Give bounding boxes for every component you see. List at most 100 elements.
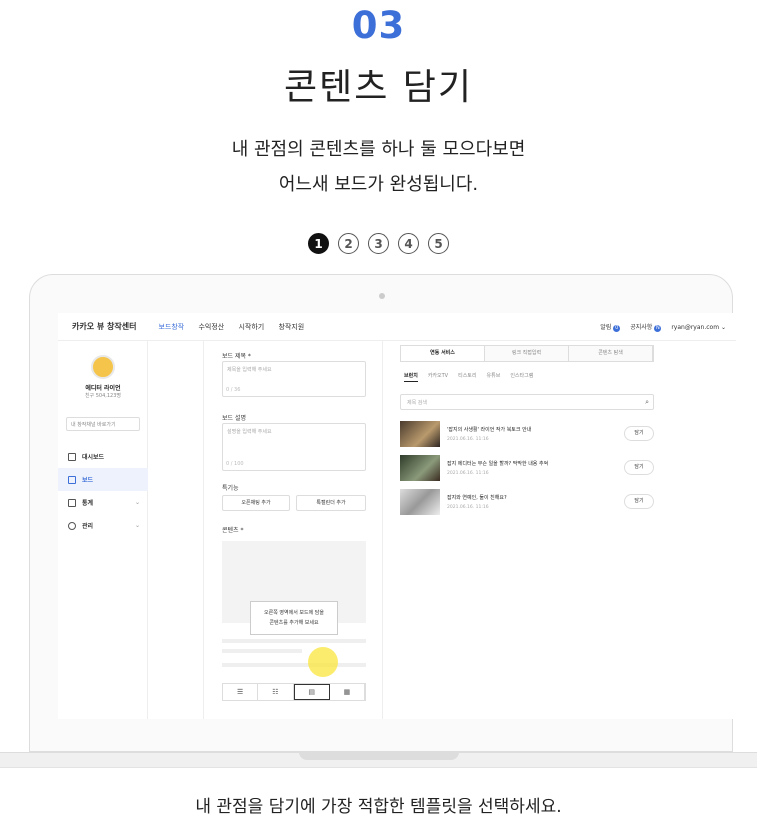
tab-direct-link[interactable]: 링크 직접입력 xyxy=(485,346,569,361)
tip-line-2: 콘텐츠를 추가해 보세요 xyxy=(269,620,319,626)
page-title: 콘텐츠 담기 xyxy=(275,58,482,110)
camera-icon xyxy=(379,293,385,299)
alarm-label: 알림 xyxy=(600,324,612,331)
description-line-1: 내 관점의 콘텐츠를 하나 둘 모으다보면 xyxy=(231,139,526,160)
template-selector: ☰ ☷ ▤ ▦ xyxy=(222,683,366,701)
avatar xyxy=(91,355,115,379)
item-title[interactable]: '잡지의 사생활' 라이언 작가 북토크 안내 xyxy=(447,426,531,433)
desc-label: 보드 설명 xyxy=(222,415,246,422)
sidebar-menu: 대시보드 보드 통계 ⌄ 관리 ⌄ xyxy=(58,445,148,537)
list-item: '잡지의 사생활' 라이언 작가 북토크 안내 2021.06.16. 11:1… xyxy=(400,421,654,449)
add-button[interactable]: 담기 xyxy=(624,494,654,509)
content-panel: 연동 서비스 링크 직접입력 콘텐츠 탐색 브런치 카카오TV 티스토리 유튜브… xyxy=(400,341,656,719)
skeleton-line xyxy=(222,649,302,653)
pager-dot-4[interactable]: 4 xyxy=(398,233,419,254)
laptop-screen: 카카오 뷰 창작센터 보드창작 수익정산 시작하기 창작지원 알림 0 공지사항 N… xyxy=(58,313,736,719)
board-icon xyxy=(68,475,76,484)
subtab-instagram[interactable]: 인스타그램 xyxy=(510,372,533,382)
nav-start[interactable]: 시작하기 xyxy=(238,323,264,331)
chevron-down-icon: ⌄ xyxy=(134,499,140,506)
title-input[interactable]: 제목을 입력해 주세요 xyxy=(222,361,366,397)
thumbnail xyxy=(400,455,440,481)
sidebar: 에디터 라이언 친구 504,123명 내 창작채널 바로가기 대시보드 보드 … xyxy=(58,341,148,719)
skeleton-line xyxy=(222,663,366,667)
sidebar-item-dashboard[interactable]: 대시보드 xyxy=(58,445,148,468)
alarm-link[interactable]: 알림 0 xyxy=(600,322,621,332)
calendar-button[interactable]: 톡캘린더 추가 xyxy=(296,495,366,511)
add-button[interactable]: 담기 xyxy=(624,426,654,441)
search-icon[interactable]: ⌕ xyxy=(645,398,649,407)
pager-dot-2[interactable]: 2 xyxy=(338,233,359,254)
list-item: 잡지 에디터는 무슨 일을 할까? 막막한 내용 추억 2021.06.16. … xyxy=(400,455,654,483)
gear-icon xyxy=(68,521,76,530)
chart-icon xyxy=(68,498,76,507)
template-bullet-icon[interactable]: ☷ xyxy=(258,684,294,700)
pager-dot-1[interactable]: 1 xyxy=(308,233,329,254)
app-topbar: 카카오 뷰 창작센터 보드창작 수익정산 시작하기 창작지원 알림 0 공지사항 N… xyxy=(58,313,736,341)
template-grid-icon[interactable]: ▦ xyxy=(330,684,365,700)
nav-board-create[interactable]: 보드창작 xyxy=(158,323,184,331)
thumbnail xyxy=(400,489,440,515)
chevron-down-icon: ⌄ xyxy=(134,522,140,529)
subtab-kakaotv[interactable]: 카카오TV xyxy=(428,372,448,382)
profile-name: 에디터 라이언 xyxy=(85,385,121,392)
nav-support[interactable]: 창작지원 xyxy=(278,323,304,331)
sidebar-item-label: 대시보드 xyxy=(82,454,105,461)
item-date: 2021.06.16. 11:16 xyxy=(447,471,489,476)
laptop-notch xyxy=(299,752,459,760)
pager-dot-5[interactable]: 5 xyxy=(428,233,449,254)
tab-content-explore[interactable]: 콘텐츠 탐색 xyxy=(569,346,653,361)
template-card-icon[interactable]: ▤ xyxy=(293,684,330,700)
pager-dot-3[interactable]: 3 xyxy=(368,233,389,254)
notice-badge: N xyxy=(654,325,662,332)
step-pager: 1 2 3 4 5 xyxy=(0,233,757,254)
add-button[interactable]: 담기 xyxy=(624,460,654,475)
item-date: 2021.06.16. 11:16 xyxy=(447,437,489,442)
description-line-2: 어느새 보드가 완성됩니다. xyxy=(278,174,479,195)
title-label: 보드 제목 * xyxy=(222,353,251,360)
sidebar-item-manage[interactable]: 관리 ⌄ xyxy=(58,514,148,537)
skeleton-line xyxy=(222,639,366,643)
tab-linked-services[interactable]: 연동 서비스 xyxy=(401,346,485,361)
subtab-brunch[interactable]: 브런치 xyxy=(404,372,418,382)
item-title[interactable]: 잡지와 연예인, 둘이 친해요? xyxy=(447,494,507,501)
desc-input[interactable]: 설명을 입력해 주세요 xyxy=(222,423,366,471)
notice-link[interactable]: 공지사항 N xyxy=(630,322,662,332)
topbar-right: 알림 0 공지사항 N ryan@ryan.com ⌄ xyxy=(600,313,726,341)
item-date: 2021.06.16. 11:16 xyxy=(447,505,489,510)
click-highlight xyxy=(308,647,338,677)
thumbnail xyxy=(400,421,440,447)
list-item: 잡지와 연예인, 둘이 친해요? 2021.06.16. 11:16 담기 xyxy=(400,489,654,517)
sidebar-item-board[interactable]: 보드 xyxy=(58,468,148,491)
content-label: 콘텐츠 * xyxy=(222,527,244,534)
search-input[interactable]: 제목 검색 ⌕ xyxy=(400,394,654,410)
tip-line-1: 오른쪽 영역에서 보드에 담을 xyxy=(264,610,324,616)
description: 내 관점의 콘텐츠를 하나 둘 모으다보면 어느새 보드가 완성됩니다. xyxy=(0,132,757,202)
sidebar-item-label: 관리 xyxy=(82,523,94,530)
title-count: 0 / 36 xyxy=(226,387,241,393)
step-number: 03 xyxy=(351,4,406,47)
app-brand[interactable]: 카카오 뷰 창작센터 xyxy=(72,321,136,332)
notice-label: 공지사항 xyxy=(630,324,653,331)
sidebar-item-label: 보드 xyxy=(82,477,94,484)
channel-select[interactable]: 내 창작채널 바로가기 xyxy=(66,417,140,431)
template-list-icon[interactable]: ☰ xyxy=(223,684,259,700)
subtab-youtube[interactable]: 유튜브 xyxy=(487,372,501,382)
profile-fans: 친구 504,123명 xyxy=(84,393,122,399)
content-tip: 오른쪽 영역에서 보드에 담을 콘텐츠를 추가해 보세요 xyxy=(250,601,338,635)
service-subtabs: 브런치 카카오TV 티스토리 유튜브 인스타그램 xyxy=(404,372,533,382)
account-menu[interactable]: ryan@ryan.com ⌄ xyxy=(671,324,726,331)
app-nav: 보드창작 수익정산 시작하기 창작지원 xyxy=(158,322,316,332)
sidebar-item-stats[interactable]: 통계 ⌄ xyxy=(58,491,148,514)
search-placeholder: 제목 검색 xyxy=(407,400,427,406)
desc-count: 0 / 100 xyxy=(226,461,244,467)
nav-revenue[interactable]: 수익정산 xyxy=(198,323,224,331)
title-wrap: 콘텐츠 담기 xyxy=(0,58,757,110)
subtab-tistory[interactable]: 티스토리 xyxy=(458,372,476,382)
laptop-frame: 카카오 뷰 창작센터 보드창작 수익정산 시작하기 창작지원 알림 0 공지사항 N… xyxy=(29,274,736,752)
extra-label: 특기능 xyxy=(222,485,239,492)
dashboard-icon xyxy=(68,452,76,461)
caption: 내 관점을 담기에 가장 적합한 템플릿을 선택하세요. xyxy=(195,797,562,817)
item-title[interactable]: 잡지 에디터는 무슨 일을 할까? 막막한 내용 추억 xyxy=(447,460,548,467)
open-chat-button[interactable]: 오픈채팅 추가 xyxy=(222,495,290,511)
